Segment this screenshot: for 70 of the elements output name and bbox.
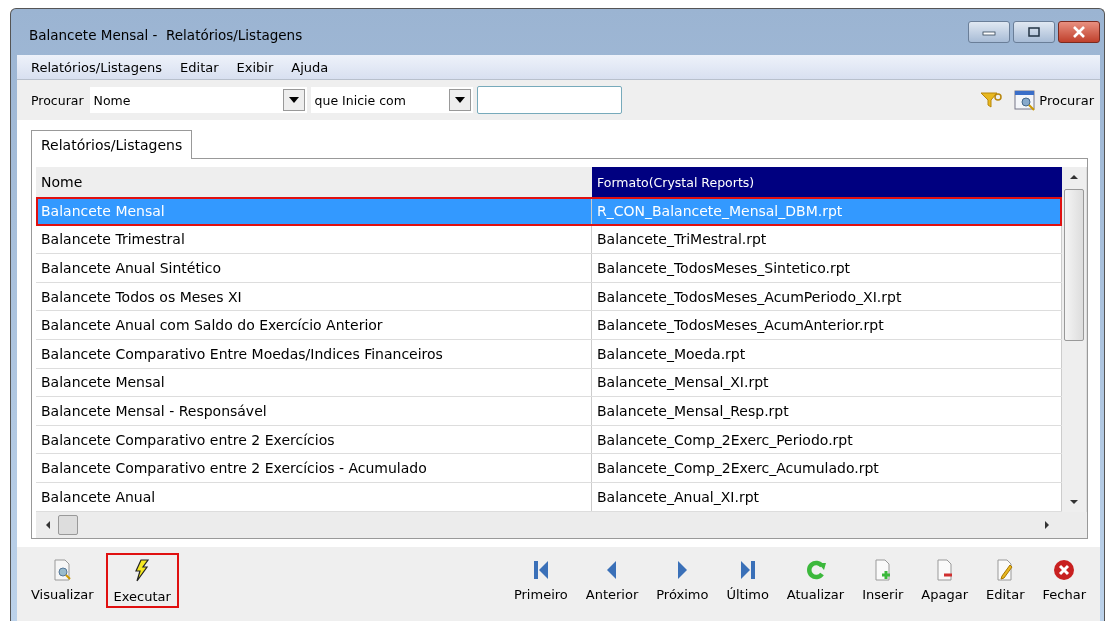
horizontal-scrollbar[interactable]: [36, 511, 1087, 538]
toolbar-button[interactable]: Próximo: [650, 552, 715, 606]
table-row[interactable]: Balancete Comparativo entre 2 Exercícios - Acumulado Balancete_Comp_2Exerc_Acumulado.rpt: [36, 454, 1062, 483]
scroll-up-icon[interactable]: [1069, 173, 1079, 181]
menu-item[interactable]: Relatórios/Listagens: [31, 59, 163, 75]
table-row[interactable]: Balancete Mensal - Responsável Balancete_Mensal_Resp.rpt: [36, 397, 1062, 426]
window-title: Balancete Mensal - Relatórios/Listagens: [28, 26, 303, 43]
table-row[interactable]: Balancete Comparativo entre 2 Exercícios Balancete_Comp_2Exerc_Periodo.rpt: [36, 425, 1062, 455]
maximize-button[interactable]: [1013, 21, 1055, 43]
table-row[interactable]: Balancete Comparativo Entre Moedas/Indices Financeiros Balancete_Moeda.rpt: [36, 339, 1062, 369]
vertical-scrollbar[interactable]: [1062, 167, 1086, 512]
scroll-left-icon[interactable]: [44, 519, 52, 530]
table-row[interactable]: Balancete Mensal Balancete_Mensal_XI.rpt: [36, 368, 1062, 398]
table-cell: Balancete Anual Sintético: [36, 254, 592, 282]
table-cell: Balancete Comparativo entre 2 Exercícios: [36, 425, 592, 454]
search-field[interactable]: [476, 86, 622, 114]
condition-dropdown[interactable]: que Inicie com: [310, 87, 473, 113]
minimize-icon: [982, 28, 996, 36]
table-cell: Balancete Todos os Meses XI: [36, 282, 592, 311]
dropdown-value: Nome: [93, 92, 131, 108]
tab[interactable]: Relatórios/Listagens: [31, 130, 193, 159]
table-row[interactable]: Balancete Trimestral Balancete_TriMestral.rpt: [36, 225, 1062, 255]
table-cell: Balancete Anual: [36, 482, 592, 511]
table-cell: Balancete Comparativo entre 2 Exercícios - Acumulado: [36, 454, 592, 482]
table-row[interactable]: Balancete Anual Sintético Balancete_TodosMeses_Sintetico.rpt: [36, 254, 1062, 283]
document-plus-icon: [872, 558, 893, 581]
table-cell: Balancete Anual com Saldo do Exercício Anterior: [36, 311, 592, 339]
field-dropdown[interactable]: Nome: [89, 87, 307, 113]
caret-icon: [288, 97, 299, 103]
scroll-thumb[interactable]: [1064, 189, 1084, 341]
minimize-button[interactable]: [968, 21, 1010, 43]
toolbar-button[interactable]: Primeiro: [507, 552, 574, 606]
toolbar-button[interactable]: Executar: [105, 552, 179, 608]
table-row[interactable]: Balancete Anual com Saldo do Exercício Anterior Balancete_TodosMeses_AcumAnterior.rpt: [36, 311, 1062, 340]
menu-item[interactable]: Exibir: [236, 59, 274, 75]
dropdown-value: que Inicie com: [314, 92, 406, 108]
toolbar-button[interactable]: Editar: [980, 552, 1031, 606]
scroll-down-icon[interactable]: [1069, 497, 1079, 506]
search-window-icon: [1014, 89, 1037, 111]
close-circle-icon: [1053, 558, 1076, 581]
table-cell: Balancete Mensal: [36, 368, 592, 397]
document-magnifier-icon: [52, 558, 73, 581]
toolbar-button[interactable]: Apagar: [915, 552, 975, 606]
menu-item[interactable]: Ajuda: [291, 59, 329, 75]
close-button[interactable]: [1058, 21, 1100, 43]
filter-icon[interactable]: [980, 91, 1003, 109]
toolbar-button[interactable]: Último: [720, 552, 775, 606]
scroll-thumb[interactable]: [58, 514, 78, 535]
document-minus-icon: [934, 558, 955, 581]
column-header[interactable]: Nome: [36, 167, 592, 197]
maximize-icon: [1027, 26, 1041, 38]
search-button[interactable]: Procurar: [1014, 89, 1094, 111]
toolbar-button[interactable]: Anterior: [579, 552, 645, 606]
close-icon: [1072, 26, 1086, 38]
toolbar-button[interactable]: Visualizar: [25, 552, 100, 606]
table-cell: Balancete Trimestral: [36, 225, 592, 254]
refresh-icon: [804, 558, 827, 581]
toolbar-button[interactable]: Inserir: [856, 552, 910, 606]
column-header[interactable]: Formato(Crystal Reports): [592, 167, 1062, 197]
table-row[interactable]: Balancete Anual Balancete_Anual_XI.rpt: [36, 482, 1062, 512]
search-label: Procurar: [31, 92, 84, 108]
toolbar-button[interactable]: Fechar: [1036, 552, 1092, 606]
menu-item[interactable]: Editar: [180, 59, 219, 75]
caret-icon: [454, 97, 465, 103]
toolbar-button[interactable]: Atualizar: [780, 552, 851, 606]
scroll-right-icon[interactable]: [1043, 519, 1051, 530]
table-cell: Balancete Comparativo Entre Moedas/Indices Financeiros: [36, 339, 592, 368]
table-cell: Balancete Mensal: [36, 197, 592, 225]
table-cell: Balancete Mensal - Responsável: [36, 397, 592, 425]
table-row[interactable]: Balancete Todos os Meses XI Balancete_TodosMeses_AcumPeriodo_XI.rpt: [36, 282, 1062, 312]
